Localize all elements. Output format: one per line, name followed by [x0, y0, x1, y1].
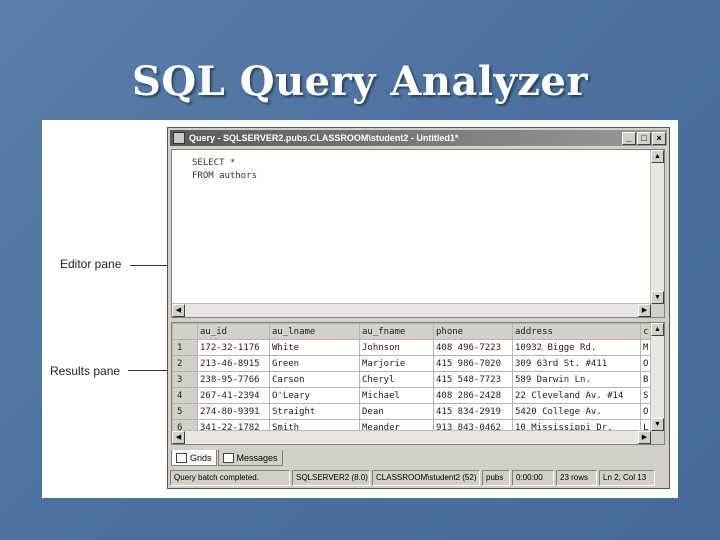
status-server: SQLSERVER2 (8.0) [292, 470, 370, 486]
scroll-left-arrow-icon[interactable]: ◀ [172, 431, 185, 444]
slide-title: SQL Query Analyzer [131, 58, 589, 105]
row-number-header[interactable] [172, 323, 198, 340]
row-number[interactable]: 1 [172, 339, 198, 356]
results-tabs: Grids Messages [171, 450, 284, 466]
table-cell[interactable]: 415 986-7020 [433, 355, 513, 372]
row-number[interactable]: 4 [172, 387, 198, 404]
editor-horizontal-scrollbar[interactable]: ◀ ▶ [172, 303, 651, 317]
table-cell[interactable]: 408 496-7223 [433, 339, 513, 356]
table-row[interactable]: 3 238-95-7766 Carson Cheryl 415 548-7723… [172, 371, 655, 388]
table-cell[interactable]: 267-41-2394 [197, 387, 270, 404]
results-header-row: au_id au_lname au_fname phone address c [172, 323, 655, 340]
table-cell[interactable]: 5420 College Av. [512, 403, 641, 420]
table-cell[interactable]: 415 834-2919 [433, 403, 513, 420]
column-header[interactable]: au_id [197, 323, 270, 340]
table-cell[interactable]: 274-80-9391 [197, 403, 270, 420]
table-cell[interactable]: O'Leary [269, 387, 360, 404]
results-pane: au_id au_lname au_fname phone address c … [171, 322, 665, 445]
column-header[interactable]: address [512, 323, 641, 340]
table-cell[interactable]: Straight [269, 403, 360, 420]
row-number[interactable]: 3 [172, 371, 198, 388]
table-cell[interactable]: White [269, 339, 360, 356]
query-window-icon [173, 132, 185, 144]
status-row-count: 23 rows [556, 470, 597, 486]
scroll-down-arrow-icon[interactable]: ▼ [651, 418, 664, 431]
messages-icon [222, 452, 234, 463]
sql-line-2: FROM authors [192, 171, 258, 181]
editor-pane-callout: Editor pane [60, 257, 122, 271]
results-grid: au_id au_lname au_fname phone address c … [172, 323, 655, 436]
table-cell[interactable]: 22 Cleveland Av. #14 [512, 387, 641, 404]
status-cursor-position: Ln 2, Col 13 [599, 470, 655, 486]
table-cell[interactable]: Carson [269, 371, 360, 388]
table-cell[interactable]: 415 548-7723 [433, 371, 513, 388]
column-header[interactable]: au_lname [269, 323, 360, 340]
scroll-up-arrow-icon[interactable]: ▲ [651, 323, 664, 336]
table-cell[interactable]: Johnson [359, 339, 434, 356]
maximize-button[interactable]: □ [637, 131, 651, 145]
editor-vertical-scrollbar[interactable]: ▲ ▼ [650, 150, 664, 304]
table-cell[interactable]: Michael [359, 387, 434, 404]
table-cell[interactable]: 10932 Bigge Rd. [512, 339, 641, 356]
status-database: pubs [482, 470, 510, 486]
table-row[interactable]: 1 172-32-1176 White Johnson 408 496-7223… [172, 339, 655, 356]
row-number[interactable]: 5 [172, 403, 198, 420]
grid-icon [176, 452, 187, 463]
status-bar: Query batch completed. SQLSERVER2 (8.0) … [170, 470, 667, 486]
tab-label: Messages [236, 452, 278, 463]
table-row[interactable]: 4 267-41-2394 O'Leary Michael 408 286-24… [172, 387, 655, 404]
results-pane-callout: Results pane [50, 364, 121, 378]
results-vertical-scrollbar[interactable]: ▲ ▼ [650, 323, 664, 431]
scroll-up-arrow-icon[interactable]: ▲ [651, 150, 664, 163]
scroll-right-arrow-icon[interactable]: ▶ [638, 304, 651, 317]
scrollbar-corner [651, 304, 664, 317]
window-title: Query - SQLSERVER2.pubs.CLASSROOM\studen… [189, 133, 459, 143]
status-message: Query batch completed. [170, 470, 290, 486]
table-cell[interactable]: 213-46-8915 [197, 355, 270, 372]
table-cell[interactable]: 309 63rd St. #411 [512, 355, 641, 372]
close-button[interactable]: × [652, 131, 666, 145]
table-cell[interactable]: 408 286-2428 [433, 387, 513, 404]
column-header[interactable]: phone [433, 323, 513, 340]
screenshot-figure: Editor pane Results pane Query - SQLSERV… [42, 120, 678, 498]
scroll-left-arrow-icon[interactable]: ◀ [172, 304, 185, 317]
table-cell[interactable]: 172-32-1176 [197, 339, 270, 356]
table-cell[interactable]: 238-95-7766 [197, 371, 270, 388]
scrollbar-corner [651, 431, 664, 444]
sql-line-1: SELECT * [192, 158, 236, 168]
scroll-right-arrow-icon[interactable]: ▶ [638, 431, 651, 444]
tab-grids[interactable]: Grids [171, 450, 217, 466]
row-number[interactable]: 2 [172, 355, 198, 372]
table-cell[interactable]: 589 Darwin Ln. [512, 371, 641, 388]
status-elapsed-time: 0:00:00 [512, 470, 554, 486]
table-cell[interactable]: Dean [359, 403, 434, 420]
tab-label: Grids [190, 452, 212, 463]
column-header[interactable]: au_fname [359, 323, 434, 340]
table-row[interactable]: 2 213-46-8915 Green Marjorie 415 986-702… [172, 355, 655, 372]
sql-editor-text[interactable]: SELECT * FROM authors [192, 157, 257, 183]
scroll-down-arrow-icon[interactable]: ▼ [651, 291, 664, 304]
editor-pane[interactable]: SELECT * FROM authors ▲ ▼ ◀ ▶ [171, 149, 665, 318]
table-cell[interactable]: Marjorie [359, 355, 434, 372]
query-window: Query - SQLSERVER2.pubs.CLASSROOM\studen… [167, 127, 670, 489]
table-cell[interactable]: Green [269, 355, 360, 372]
window-titlebar[interactable]: Query - SQLSERVER2.pubs.CLASSROOM\studen… [170, 130, 667, 146]
status-user: CLASSROOM\student2 (52) [372, 470, 480, 486]
tab-messages[interactable]: Messages [217, 450, 283, 466]
results-horizontal-scrollbar[interactable]: ◀ ▶ [172, 430, 651, 444]
table-row[interactable]: 5 274-80-9391 Straight Dean 415 834-2919… [172, 403, 655, 420]
minimize-button[interactable]: _ [622, 131, 636, 145]
table-cell[interactable]: Cheryl [359, 371, 434, 388]
